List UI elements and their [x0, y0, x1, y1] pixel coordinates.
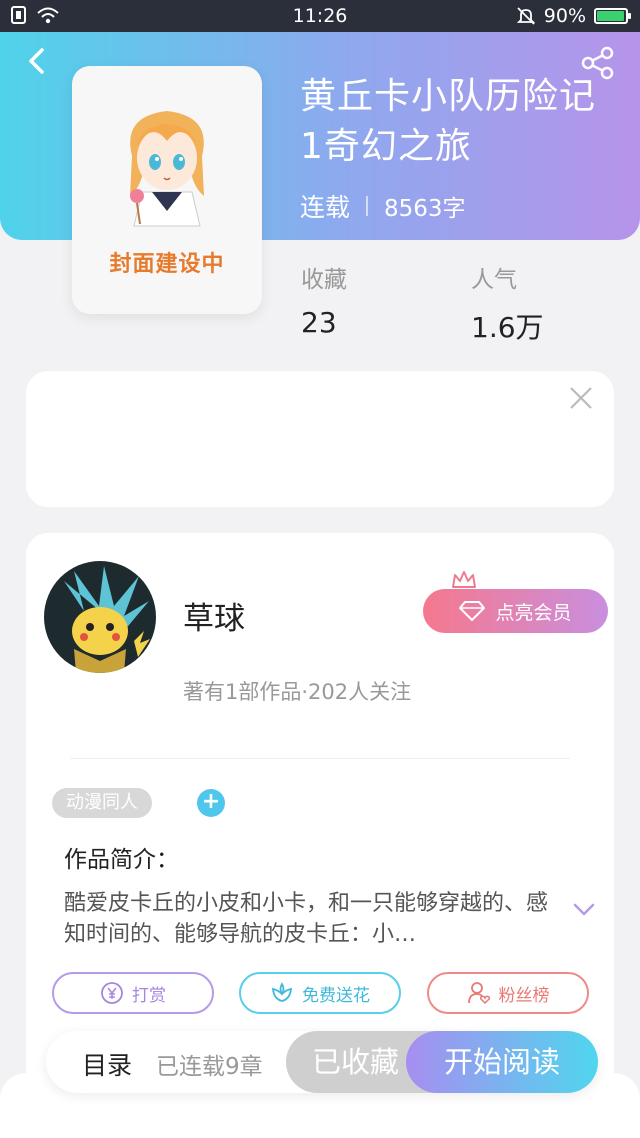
battery-percent: 90%: [543, 5, 586, 27]
chevron-down-icon[interactable]: [572, 901, 596, 919]
plus-icon[interactable]: +: [197, 789, 225, 817]
author-name[interactable]: 草球: [183, 593, 245, 638]
diamond-icon: [459, 601, 486, 621]
author-stats: 著有1部作品·202人关注: [183, 680, 412, 704]
favorites-count: 23: [301, 306, 337, 339]
user-heart-icon: [467, 982, 490, 1005]
back-icon[interactable]: [20, 44, 54, 78]
intro-title: 作品简介：: [64, 847, 179, 873]
crown-icon: [452, 571, 476, 588]
word-count: 8563字: [384, 196, 466, 222]
flower-label: 免费送花: [302, 985, 370, 1006]
divider: [70, 758, 570, 759]
favorites-label: 收藏: [301, 267, 347, 293]
category-tag[interactable]: 动漫同人: [52, 788, 152, 818]
book-title: 黄丘卡小队历险记1奇幻之旅: [300, 76, 597, 167]
mute-bell-icon: [516, 7, 535, 25]
fans-button[interactable]: 粉丝榜: [427, 972, 589, 1014]
book-cover[interactable]: 封面建设中: [72, 66, 262, 314]
author-card: 草球 点亮会员 著有1部作品·202人关注 动漫同人 + 作品简介： 酷爱皮卡丘…: [26, 533, 614, 1093]
yen-icon: [101, 982, 123, 1004]
close-icon[interactable]: [568, 385, 594, 411]
flower-icon: [271, 982, 293, 1002]
popularity-count: 1.6万: [471, 311, 544, 344]
serial-status: 连载: [300, 193, 351, 222]
start-reading-button[interactable]: 开始阅读: [406, 1031, 598, 1093]
book-meta: 连载 8563字: [300, 188, 466, 224]
battery-icon: [594, 8, 631, 24]
chapter-count: 已连载9章: [156, 1054, 263, 1080]
vip-button[interactable]: 点亮会员: [423, 589, 608, 633]
flower-button[interactable]: 免费送花: [239, 972, 401, 1014]
anime-girl-icon: [130, 111, 204, 227]
ad-card: [26, 371, 614, 507]
intro-text: 酷爱皮卡丘的小皮和小卡，和一只能够穿越的、感知时间的、能够导航的皮卡丘：小…: [64, 891, 549, 947]
pikachu-armor-icon: [44, 561, 156, 673]
cover-label: 封面建设中: [109, 252, 225, 277]
reward-button[interactable]: 打赏: [52, 972, 214, 1014]
status-right: 90%: [516, 5, 631, 27]
reward-label: 打赏: [132, 985, 166, 1006]
toc-button[interactable]: 目录: [82, 1046, 132, 1082]
avatar[interactable]: [44, 561, 156, 673]
fans-label: 粉丝榜: [498, 985, 550, 1006]
status-bar: 11:26 90%: [0, 0, 640, 32]
bottom-action-bar: 目录 已连载9章 已收藏 开始阅读: [46, 1031, 598, 1093]
meta-divider: [366, 196, 369, 216]
popularity-label: 人气: [471, 267, 517, 293]
vip-button-label: 点亮会员: [495, 601, 572, 624]
